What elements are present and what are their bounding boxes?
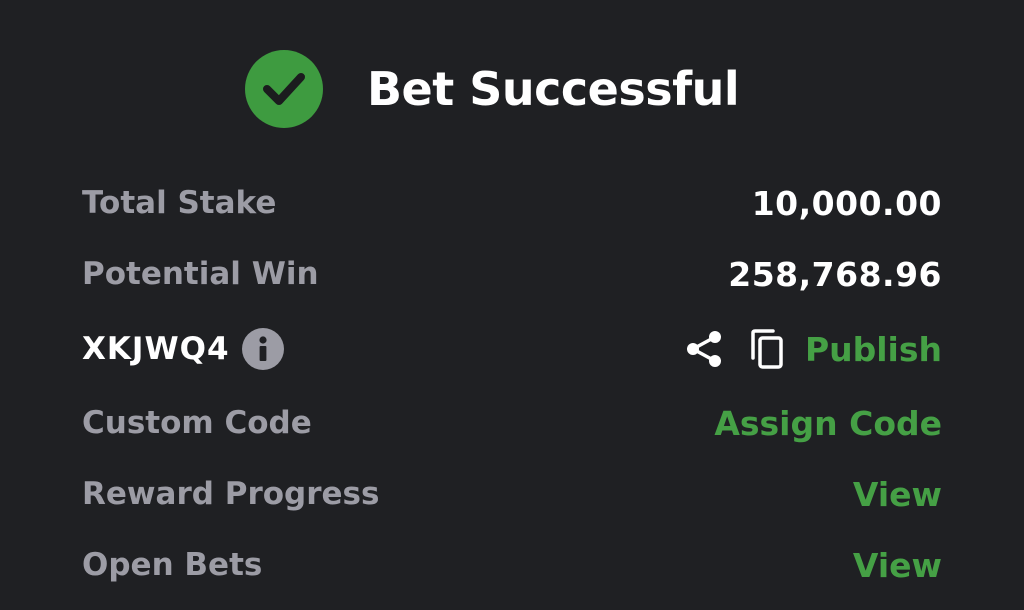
custom-code-row: Custom Code Assign Code xyxy=(82,398,942,448)
bet-confirmation-panel: Bet Successful Total Stake 10,000.00 Pot… xyxy=(0,0,1024,610)
booking-code-row: XKJWQ4 Publish xyxy=(82,324,942,374)
open-bets-label: Open Bets xyxy=(82,547,263,583)
reward-progress-view-link[interactable]: View xyxy=(853,475,942,514)
bet-success-header: Bet Successful xyxy=(245,48,740,130)
assign-code-link[interactable]: Assign Code xyxy=(714,404,942,443)
reward-progress-label: Reward Progress xyxy=(82,476,380,512)
open-bets-view-link[interactable]: View xyxy=(853,546,942,585)
booking-actions: Publish xyxy=(685,328,942,370)
reward-progress-row: Reward Progress View xyxy=(82,469,942,519)
info-icon[interactable] xyxy=(241,328,284,370)
share-icon[interactable] xyxy=(685,329,723,369)
page-title: Bet Successful xyxy=(367,62,740,116)
potential-win-label: Potential Win xyxy=(82,256,319,292)
publish-button[interactable]: Publish xyxy=(805,330,942,369)
share-glyph xyxy=(686,331,721,367)
open-bets-row: Open Bets View xyxy=(82,540,942,590)
info-glyph xyxy=(258,336,267,361)
copy-glyph xyxy=(751,329,783,369)
total-stake-row: Total Stake 10,000.00 xyxy=(82,178,942,228)
potential-win-value: 258,768.96 xyxy=(728,254,942,294)
copy-icon[interactable] xyxy=(749,328,785,370)
check-circle-icon xyxy=(245,50,323,128)
booking-code-group: XKJWQ4 xyxy=(82,328,284,370)
booking-code: XKJWQ4 xyxy=(82,331,230,367)
custom-code-label: Custom Code xyxy=(82,405,312,441)
total-stake-value: 10,000.00 xyxy=(751,183,942,223)
potential-win-row: Potential Win 258,768.96 xyxy=(82,249,942,299)
checkmark-icon xyxy=(263,73,305,105)
total-stake-label: Total Stake xyxy=(82,185,277,221)
